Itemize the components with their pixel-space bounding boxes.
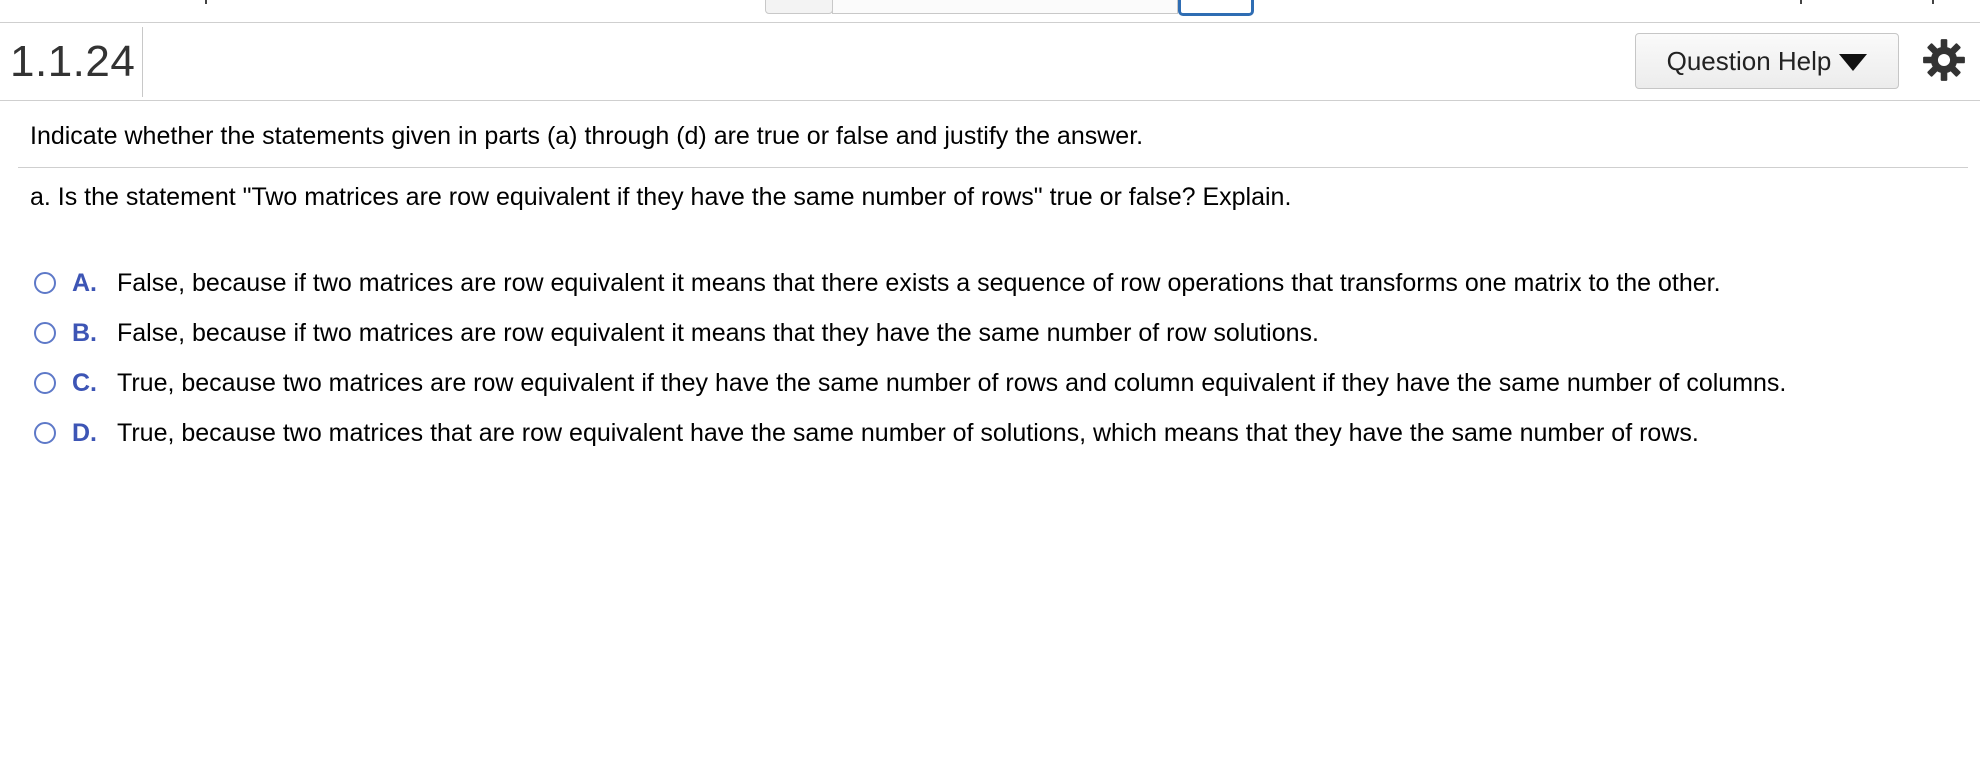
radio-icon[interactable] — [34, 272, 56, 294]
toolbar-focused-button-partial[interactable] — [1178, 0, 1254, 16]
radio-icon[interactable] — [34, 322, 56, 344]
choice-text: True, because two matrices that are row … — [117, 418, 1699, 447]
question-header: 1.1.24 Question Help — [0, 23, 1980, 101]
radio-icon[interactable] — [34, 422, 56, 444]
choice-a[interactable]: A. False, because if two matrices are ro… — [34, 258, 1964, 308]
question-number: 1.1.24 — [10, 37, 136, 86]
header-divider — [142, 27, 143, 97]
toolbar-input-partial[interactable] — [832, 0, 1178, 14]
toolbar-tick — [1932, 0, 1934, 4]
choice-c[interactable]: C. True, because two matrices are row eq… — [34, 358, 1964, 408]
radio-icon[interactable] — [34, 372, 56, 394]
answer-choices: A. False, because if two matrices are ro… — [34, 258, 1964, 458]
question-page: 1.1.24 Question Help Indicate whether th… — [0, 0, 1980, 784]
choice-d[interactable]: D. True, because two matrices that are r… — [34, 408, 1964, 458]
choice-b[interactable]: B. False, because if two matrices are ro… — [34, 308, 1964, 358]
choice-letter: A. — [72, 268, 97, 297]
question-help-button[interactable]: Question Help — [1635, 33, 1899, 89]
choice-letter: C. — [72, 368, 97, 397]
choice-text: False, because if two matrices are row e… — [117, 268, 1721, 297]
choice-text: True, because two matrices are row equiv… — [117, 368, 1787, 397]
toolbar-tick — [205, 0, 207, 4]
top-toolbar-strip — [0, 0, 1980, 23]
question-text: a. Is the statement "Two matrices are ro… — [30, 183, 1292, 211]
content-divider — [18, 167, 1968, 168]
instructions-text: Indicate whether the statements given in… — [30, 122, 1144, 150]
choice-letter: D. — [72, 418, 97, 447]
question-help-label: Question Help — [1666, 45, 1832, 76]
caret-down-icon — [1839, 54, 1868, 71]
gear-icon[interactable] — [1922, 38, 1966, 82]
choice-text: False, because if two matrices are row e… — [117, 318, 1319, 347]
choice-letter: B. — [72, 318, 97, 347]
toolbar-button-partial[interactable] — [765, 0, 833, 14]
toolbar-tick — [1800, 0, 1802, 4]
